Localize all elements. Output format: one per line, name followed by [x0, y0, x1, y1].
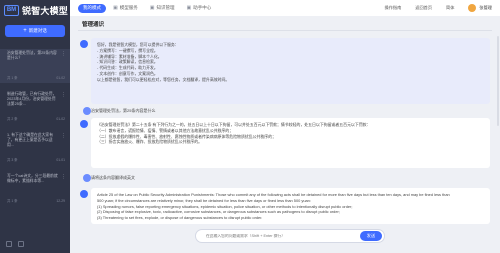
tab-knowledge[interactable]: ▣ 知识管理	[145, 4, 180, 13]
chat-area: 管理通识 您好，我是锐智大模型，您可以提供以下服务： - 方案撰写：一键撰写，撰…	[70, 16, 500, 253]
scrollbar[interactable]	[497, 36, 499, 126]
message-line: (3) Threatening to set fires, explode, o…	[97, 215, 263, 221]
history-item-text: 治安管理处罚法，第25条内容是什么？	[7, 51, 57, 61]
message-line: 以上都是锐智，我们可以更轻松应对，等您任务，文档翻译，提升高效时间。	[97, 76, 230, 82]
divider	[78, 30, 492, 31]
history-item[interactable]: 写一个cat诗文，分三段最前就做标中，素描样本等... ⋮ 共 1 条 12-2…	[0, 172, 70, 206]
message-line: （三）扬言实施放火、爆炸、投放危险物质扰乱公共秩序的。	[97, 139, 203, 145]
user-message-text: 请将这条内容翻译成英文	[91, 175, 135, 180]
tab-model-service[interactable]: ▣ 模型服务	[108, 4, 143, 13]
message-bubble: Article 25 of the Law on Public Security…	[91, 188, 490, 224]
tab-my-mode[interactable]: 我的模式	[78, 3, 106, 13]
message-line: Article 25 of the Law on Public Security…	[97, 192, 450, 197]
avatar[interactable]	[468, 4, 477, 12]
new-chat-button[interactable]: + 新建对话	[5, 25, 65, 37]
history-item-time: 01-01	[56, 158, 65, 162]
chat-input[interactable]	[196, 231, 360, 241]
history-item-time: 01-02	[56, 76, 65, 80]
history-item[interactable]: 治安管理处罚法，第25条内容是什么？ ⋮ 共 1 条 01-02	[0, 49, 70, 83]
model-icon: ▣	[113, 5, 118, 11]
sidebar-footer	[6, 241, 24, 247]
tab-label: 知识管理	[156, 5, 175, 10]
chat-input-bar: 发送	[195, 229, 385, 243]
app-name: 锐智大模型	[22, 5, 69, 16]
history-item[interactable]: 1. 有下这个确是在此大家有了，有更正上案是否予以适用... ⋮ 共 3 条 0…	[0, 131, 70, 165]
bot-message: 您好，我是锐智大模型，您可以提供以下服务： - 方案撰写：一键撰写，撰写全程。 …	[80, 38, 490, 104]
bot-avatar	[80, 120, 88, 128]
history-item-time: 12-29	[56, 199, 65, 203]
knowledge-icon: ▣	[149, 5, 155, 11]
logo-mark: BM	[4, 4, 19, 16]
language-select[interactable]: 简体	[446, 5, 454, 11]
history-item-time: 01-02	[56, 117, 65, 121]
top-tabs: 我的模式 ▣ 模型服务 ▣ 知识管理 ▣ 助手中心	[78, 3, 218, 13]
history-item-count: 共 3 条	[7, 158, 18, 162]
logo: BM 锐智大模型	[0, 2, 70, 18]
tab-label: 我的模式	[83, 5, 101, 10]
user-message: 请将这条内容翻译成英文	[80, 174, 490, 183]
sidebar: BM 锐智大模型 + 新建对话 治安管理处罚法，第25条内容是什么？ ⋮ 共 1…	[0, 0, 70, 253]
history-item[interactable]: 制造行政管，已有行政处罚，2023年4月份，治安管理处罚法第25条... ⋮ 共…	[0, 90, 70, 124]
history-item-count: 共 2 条	[7, 117, 18, 121]
user-avatar	[83, 107, 91, 115]
plus-icon: +	[23, 28, 27, 34]
user-avatar	[83, 174, 91, 182]
send-button[interactable]: 发送	[360, 231, 382, 241]
collapse-icon[interactable]	[6, 241, 12, 247]
user-message-text: 治安管理处罚法，第25条内容是什么	[91, 108, 156, 113]
user-name[interactable]: 张管理	[479, 5, 492, 11]
message-bubble: 《治安管理处罚法》第二十五条 有下列行为之一的，处五日以上十日以下拘留，可以并处…	[91, 118, 490, 168]
history-item-count: 共 1 条	[7, 76, 18, 80]
new-chat-label: 新建对话	[28, 28, 47, 33]
topbar: 我的模式 ▣ 模型服务 ▣ 知识管理 ▣ 助手中心 操作指南 返回首页 简体 张…	[70, 0, 500, 16]
more-icon[interactable]: ⋮	[61, 133, 66, 139]
history-item-text: 写一个cat诗文，分三段最前就做标中，素描样本等...	[7, 174, 58, 184]
bot-message: Article 25 of the Law on Public Security…	[80, 188, 490, 224]
page-title: 管理通识	[82, 22, 105, 28]
tab-label: 模型服务	[119, 5, 138, 10]
history-list: 治安管理处罚法，第25条内容是什么？ ⋮ 共 1 条 01-02 制造行政管，已…	[0, 49, 70, 206]
user-message: 治安管理处罚法，第25条内容是什么	[80, 107, 490, 116]
tab-label: 助手中心	[193, 5, 212, 10]
assistant-icon: ▣	[186, 5, 192, 11]
bot-avatar	[80, 190, 88, 198]
guide-link[interactable]: 操作指南	[385, 5, 402, 11]
message-bubble: 您好，我是锐智大模型，您可以提供以下服务： - 方案撰写：一键撰写，撰写全程。 …	[91, 38, 490, 104]
bot-avatar	[80, 40, 88, 48]
home-link[interactable]: 返回首页	[415, 5, 432, 11]
history-item-count: 共 1 条	[7, 199, 18, 203]
more-icon[interactable]: ⋮	[61, 174, 66, 180]
more-icon[interactable]: ⋮	[61, 51, 66, 57]
bot-message: 《治安管理处罚法》第二十五条 有下列行为之一的，处五日以上十日以下拘留，可以并处…	[80, 118, 490, 168]
history-item-text: 1. 有下这个确是在此大家有了，有更正上案是否予以适用...	[7, 133, 53, 147]
tab-assistant[interactable]: ▣ 助手中心	[181, 4, 216, 13]
settings-icon[interactable]	[18, 241, 24, 247]
history-item-text: 制造行政管，已有行政处罚，2023年4月份，治安管理处罚法第25条...	[7, 92, 57, 106]
more-icon[interactable]: ⋮	[61, 92, 66, 98]
top-right: 操作指南 返回首页 简体 张管理	[371, 4, 492, 12]
